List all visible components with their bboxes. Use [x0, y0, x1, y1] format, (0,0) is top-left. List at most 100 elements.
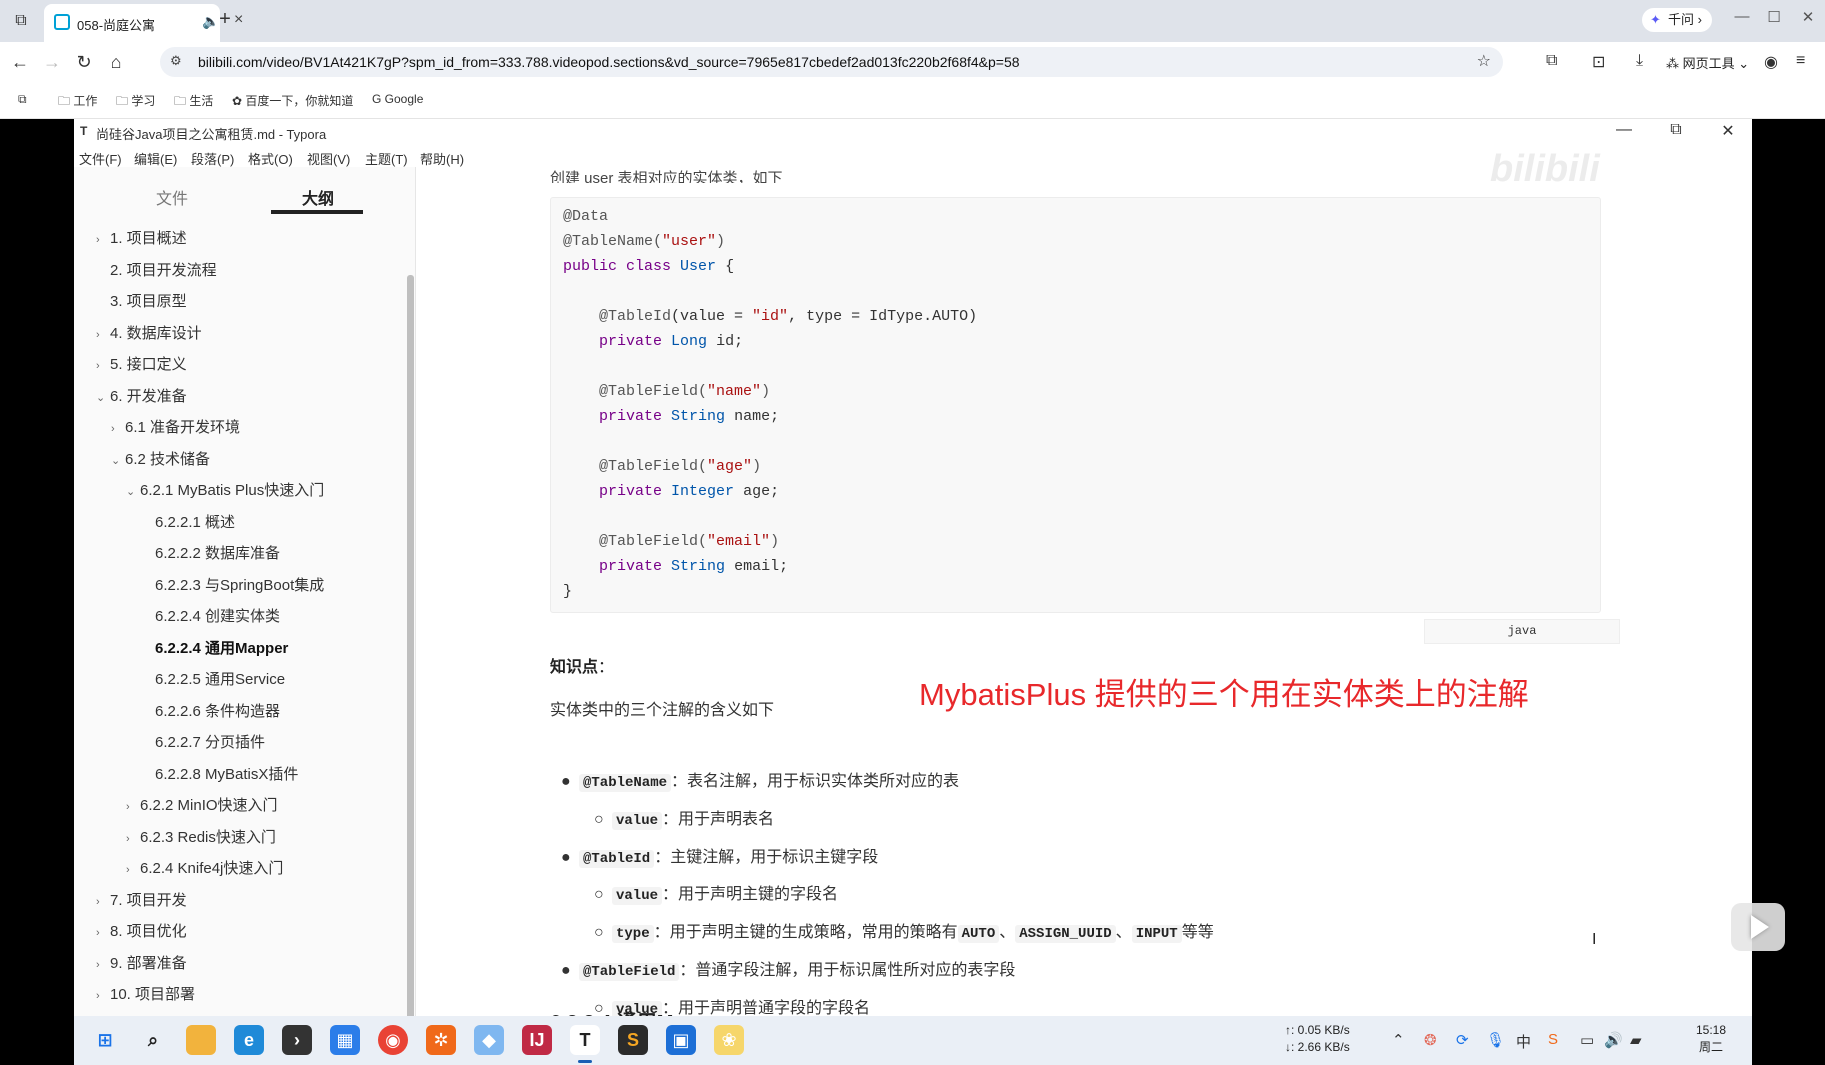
outline-item[interactable]: › 1. 项目概述 — [96, 223, 187, 254]
bookmarks-apps-icon[interactable]: ⧉ — [18, 92, 27, 107]
menu-file[interactable]: 文件(F) — [79, 149, 122, 168]
code-language-selector[interactable]: java — [1424, 619, 1620, 644]
outline-item[interactable]: › 10. 项目部署 — [96, 979, 195, 1010]
screenshot-icon[interactable]: ⊡ — [1592, 52, 1605, 72]
forward-arrow-icon[interactable]: → — [40, 50, 64, 74]
menu-theme[interactable]: 主题(T) — [365, 149, 408, 168]
profile-avatar-icon[interactable]: ◉ — [1764, 52, 1778, 72]
edge-browser-icon[interactable]: e — [234, 1025, 264, 1055]
typora-minimize-button[interactable]: — — [1612, 121, 1636, 139]
outline-item[interactable]: 6.2.2.3 与SpringBoot集成 — [141, 570, 324, 601]
download-icon[interactable]: ⤓ — [1636, 52, 1643, 70]
outline-item[interactable]: 6.2.2.4 创建实体类 — [141, 601, 280, 632]
java-code-block[interactable]: @Data @TableName("user") public class Us… — [550, 197, 1601, 613]
outline-item[interactable]: 6.2.2.8 MyBatisX插件 — [141, 759, 298, 790]
outline-item[interactable]: › 6.2.3 Redis快速入门 — [126, 822, 276, 853]
file-explorer-icon[interactable] — [186, 1025, 216, 1055]
system-clock[interactable]: 15:18 周二 — [1696, 1022, 1726, 1056]
typora-restore-button[interactable]: ⧉ — [1664, 121, 1688, 139]
tab-outline[interactable]: 大纲 — [302, 185, 334, 209]
editor-pane[interactable]: 创建 user 表相对应的实体类，如下 @Data @TableName("us… — [417, 167, 1752, 1027]
menu-paragraph[interactable]: 段落(P) — [191, 149, 234, 168]
tray-overflow-icon[interactable]: ⌃ — [1392, 1031, 1405, 1049]
bookmark-folder-work[interactable]: 🗀 工作 — [58, 92, 97, 113]
outline-item[interactable]: 6.2.2.5 通用Service — [141, 664, 285, 695]
outline-item[interactable]: › 7. 项目开发 — [96, 885, 187, 916]
outline-item[interactable]: ⌄ 6.2.1 MyBatis Plus快速入门 — [126, 475, 324, 506]
outline-item[interactable]: › 9. 部署准备 — [96, 948, 187, 979]
menu-view[interactable]: 视图(V) — [307, 149, 350, 168]
outline-item[interactable]: › 5. 接口定义 — [96, 349, 187, 380]
menu-help[interactable]: 帮助(H) — [420, 149, 464, 168]
outline-item[interactable]: 3. 项目原型 — [96, 286, 187, 317]
maximize-window-button[interactable]: ☐ — [1760, 8, 1788, 26]
close-window-button[interactable]: ✕ — [1794, 8, 1822, 26]
browser-tab-active[interactable]: 058-尚庭公寓 🔈 × — [44, 4, 243, 42]
tray-app-icon[interactable]: ❂ — [1424, 1031, 1437, 1049]
chevron-right-icon[interactable]: › — [126, 792, 140, 823]
outline-item[interactable]: 6.2.2.4 通用Mapper — [141, 633, 288, 664]
back-arrow-icon[interactable]: ← — [8, 50, 32, 74]
sublime-icon[interactable]: S — [618, 1025, 648, 1055]
chevron-right-icon[interactable]: › — [96, 351, 110, 382]
chevron-right-icon[interactable]: › — [126, 824, 140, 855]
chevron-right-icon[interactable]: › — [111, 414, 125, 445]
app-icon-diamond[interactable]: ◆ — [474, 1025, 504, 1055]
bookmark-google[interactable]: G Google — [372, 92, 423, 106]
bookmark-baidu[interactable]: ✿ 百度一下，你就知道 — [232, 92, 353, 109]
tray-s-icon[interactable]: S — [1548, 1031, 1558, 1048]
volume-icon[interactable]: 🔊 — [1604, 1031, 1623, 1049]
minimize-window-button[interactable]: — — [1728, 8, 1756, 25]
menu-format[interactable]: 格式(O) — [248, 149, 293, 168]
menu-icon[interactable]: ≡ — [1796, 52, 1805, 70]
input-method-icon[interactable]: 中 — [1516, 1031, 1531, 1052]
typora-close-button[interactable]: ✕ — [1716, 121, 1740, 141]
chevron-down-icon[interactable]: ⌄ — [126, 477, 140, 508]
outline-item[interactable]: 6.2.2.6 条件构造器 — [141, 696, 280, 727]
outline-item[interactable]: 6.2.2.7 分页插件 — [141, 727, 265, 758]
chevron-right-icon[interactable]: › — [96, 887, 110, 918]
chevron-right-icon[interactable]: › — [126, 855, 140, 886]
outline-item[interactable]: › 6.2.4 Knife4j快速入门 — [126, 853, 283, 884]
qianwen-button[interactable]: 千问 › — [1642, 8, 1712, 32]
intellij-icon[interactable]: IJ — [522, 1025, 552, 1055]
store-icon[interactable]: ▦ — [330, 1025, 360, 1055]
start-menu-icon[interactable]: ⊞ — [90, 1025, 120, 1055]
outline-item[interactable]: › 6.1 准备开发环境 — [111, 412, 240, 443]
app-icon-paw[interactable]: ❀ — [714, 1025, 744, 1055]
outline-item[interactable]: 2. 项目开发流程 — [96, 255, 217, 286]
outline-item[interactable]: 6.2.2.1 概述 — [141, 507, 235, 538]
chevron-right-icon[interactable]: › — [96, 981, 110, 1012]
address-url[interactable]: bilibili.com/video/BV1At421K7gP?spm_id_f… — [198, 54, 1020, 70]
video-play-button[interactable] — [1731, 903, 1785, 951]
outline-item[interactable]: › 4. 数据库设计 — [96, 318, 202, 349]
chrome-icon[interactable]: ◉ — [378, 1025, 408, 1055]
chevron-right-icon[interactable]: › — [96, 320, 110, 351]
bookmark-star-icon[interactable]: ☆ — [1477, 51, 1491, 71]
web-tools-menu[interactable]: ⁂ 网页工具 ⌄ — [1666, 53, 1749, 72]
site-info-icon[interactable]: ⚙ — [170, 53, 182, 69]
tray-sync-icon[interactable]: ⟳ — [1456, 1031, 1469, 1049]
bookmark-folder-life[interactable]: 🗀 生活 — [174, 92, 213, 113]
outline-item[interactable]: 6.2.2.2 数据库准备 — [141, 538, 280, 569]
new-tab-button[interactable]: + — [213, 8, 237, 31]
tab-actions-icon[interactable]: ⧉ — [10, 10, 32, 32]
bookmark-folder-study[interactable]: 🗀 学习 — [116, 92, 155, 113]
sidebar-scrollbar[interactable] — [407, 275, 414, 1027]
outline-item[interactable]: › 8. 项目优化 — [96, 916, 187, 947]
address-bar[interactable]: ⚙ bilibili.com/video/BV1At421K7gP?spm_id… — [160, 47, 1503, 77]
app-icon-orange[interactable]: ✲ — [426, 1025, 456, 1055]
network-icon[interactable]: ▭ — [1580, 1031, 1594, 1049]
search-icon[interactable]: ⌕ — [138, 1025, 168, 1055]
terminal-icon[interactable]: › — [282, 1025, 312, 1055]
outline-item[interactable]: ⌄ 6. 开发准备 — [96, 381, 187, 412]
microphone-icon[interactable]: 🎙 — [1486, 1031, 1505, 1049]
outline-item[interactable]: › 6.2.2 MinIO快速入门 — [126, 790, 278, 821]
chevron-right-icon[interactable]: › — [96, 225, 110, 256]
chevron-right-icon[interactable]: › — [96, 918, 110, 949]
outline-item[interactable]: ⌄ 6.2 技术储备 — [111, 444, 210, 475]
chevron-down-icon[interactable]: ⌄ — [96, 383, 110, 414]
chevron-right-icon[interactable]: › — [96, 950, 110, 981]
menu-edit[interactable]: 编辑(E) — [134, 149, 177, 168]
home-icon[interactable]: ⌂ — [104, 50, 128, 74]
